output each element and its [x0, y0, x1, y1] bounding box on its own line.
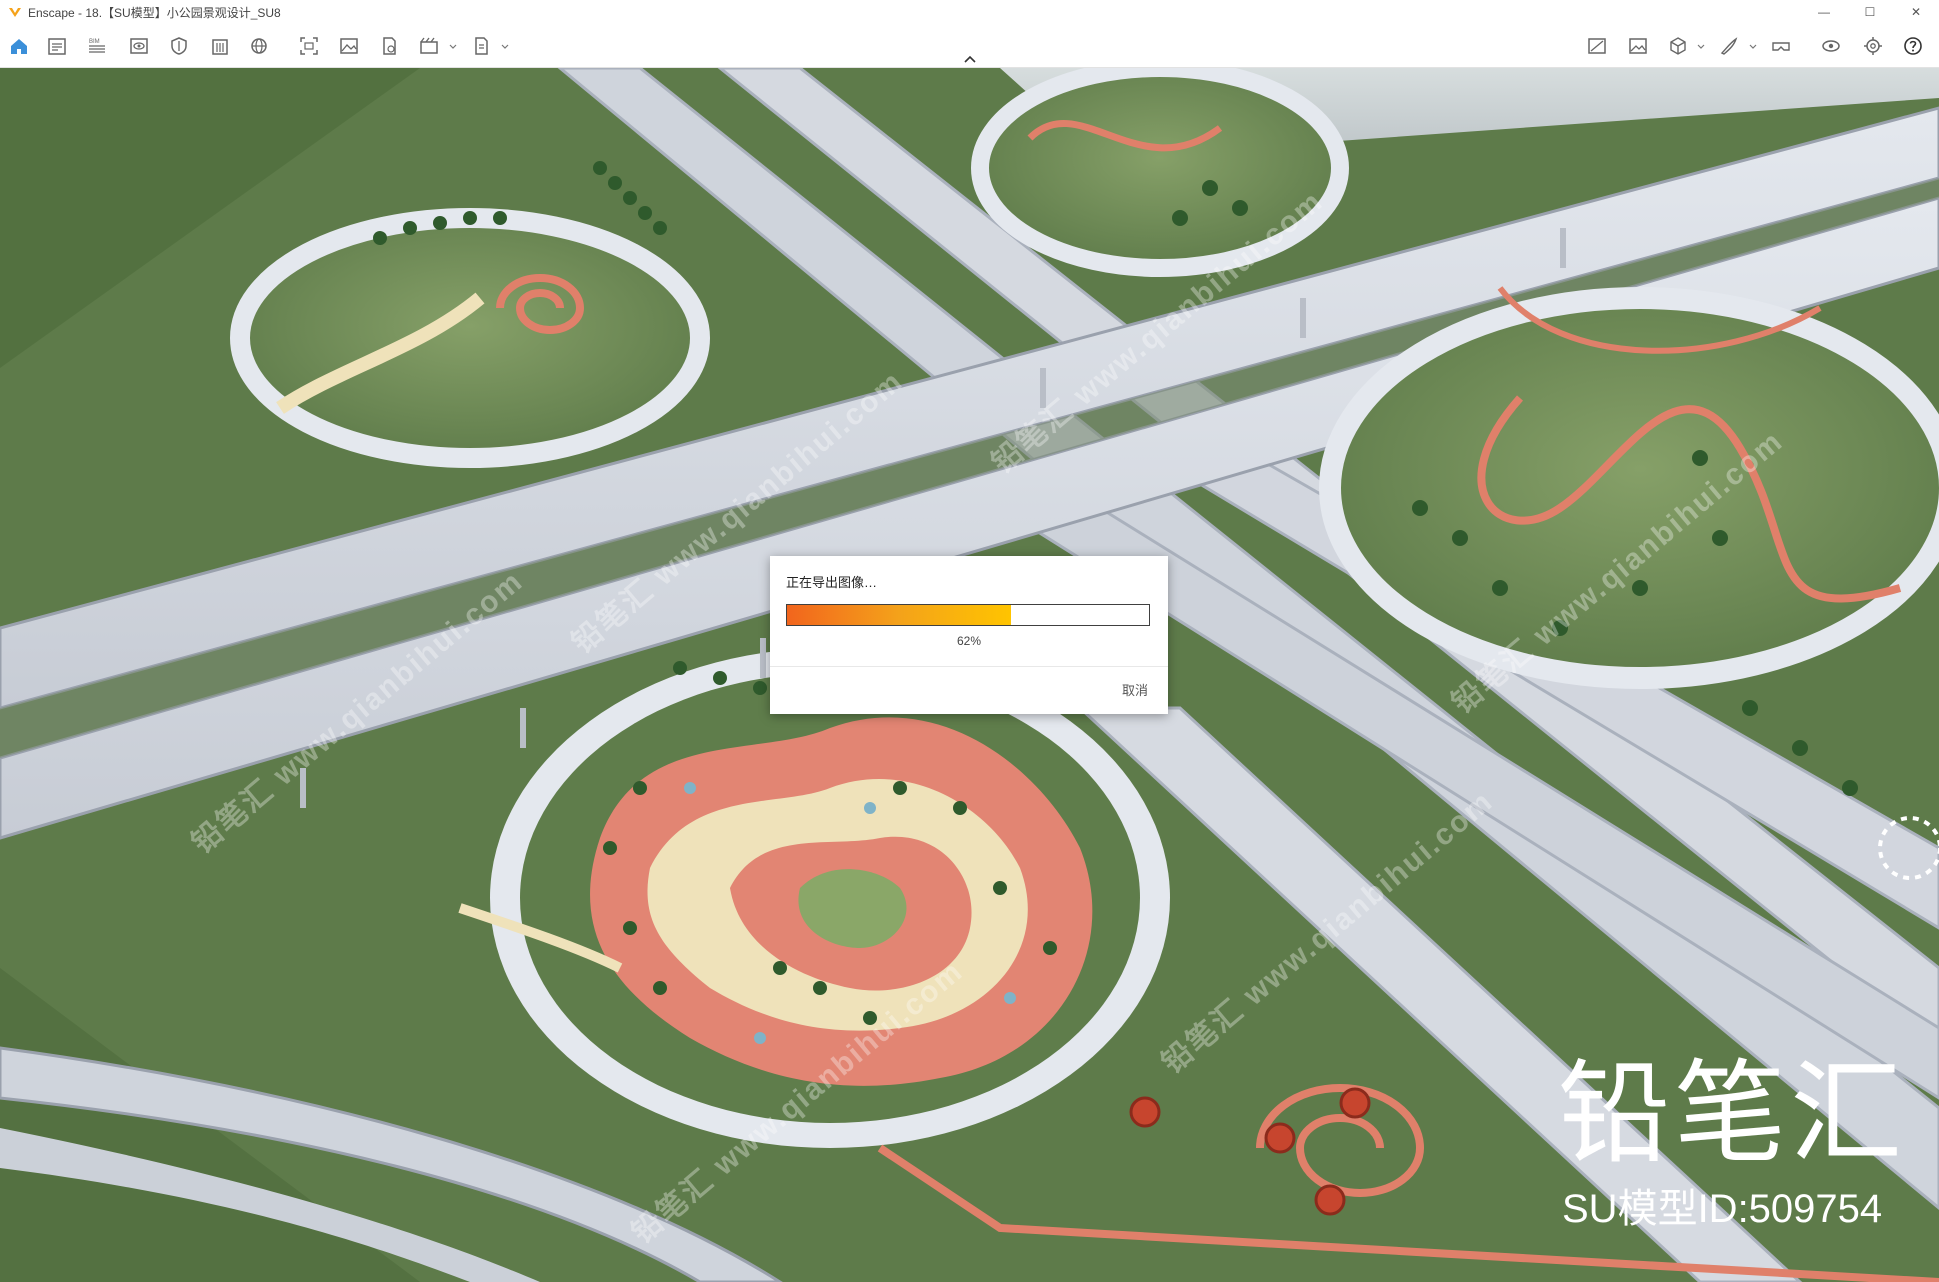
- video-dropdown[interactable]: [448, 41, 458, 51]
- shield-icon: [171, 37, 187, 55]
- video-button[interactable]: [416, 33, 442, 59]
- progress-bar: [786, 604, 1150, 626]
- title-bar: Enscape - 18.【SU模型】小公园景观设计_SU8 — ☐ ✕: [0, 0, 1939, 24]
- visibility-button[interactable]: [1818, 33, 1844, 59]
- help-icon: [1904, 37, 1922, 55]
- export-progress-dialog: 正在导出图像… 62% 取消: [770, 556, 1168, 714]
- asset-library-button[interactable]: [1584, 33, 1610, 59]
- home-icon: [11, 39, 27, 54]
- dialog-title: 正在导出图像…: [786, 575, 878, 590]
- window-title: Enscape - 18.【SU模型】小公园景观设计_SU8: [28, 5, 281, 20]
- video-icon: [420, 37, 438, 54]
- building-button[interactable]: [207, 33, 233, 59]
- cancel-button[interactable]: 取消: [1122, 680, 1148, 699]
- screenshot-button[interactable]: [296, 33, 322, 59]
- export-button[interactable]: [376, 33, 402, 59]
- maximize-button[interactable]: ☐: [1847, 0, 1893, 24]
- document-button[interactable]: [44, 33, 70, 59]
- file-export-dropdown[interactable]: [500, 41, 510, 51]
- brush-button[interactable]: [1716, 33, 1742, 59]
- chevron-down-icon: [1697, 44, 1705, 49]
- dialog-divider: [770, 666, 1168, 667]
- progress-fill: [787, 605, 1012, 625]
- visibility-icon: [1822, 40, 1840, 52]
- close-button[interactable]: ✕: [1893, 0, 1939, 24]
- eye-icon: [130, 38, 148, 54]
- asset-library-icon: [1588, 38, 1606, 54]
- globe-button[interactable]: [246, 33, 272, 59]
- home-button[interactable]: [6, 33, 32, 59]
- vr-button[interactable]: [1768, 33, 1794, 59]
- screenshot-icon: [300, 37, 318, 55]
- export-icon: [383, 37, 396, 55]
- safe-frame-button[interactable]: [166, 33, 192, 59]
- globe-icon: [251, 38, 267, 54]
- cube-button[interactable]: [1665, 33, 1691, 59]
- gallery-button[interactable]: [1625, 33, 1651, 59]
- file-export-button[interactable]: [468, 33, 494, 59]
- document-icon: [48, 38, 66, 55]
- image-icon: [340, 38, 358, 54]
- window-controls: — ☐ ✕: [1801, 0, 1939, 24]
- enscape-logo-icon: [9, 8, 21, 17]
- chevron-down-icon: [449, 44, 457, 49]
- bim-button[interactable]: BIM: [84, 33, 110, 59]
- svg-text:BIM: BIM: [89, 39, 100, 45]
- brush-icon: [1720, 37, 1738, 55]
- chevron-down-icon: [501, 44, 509, 49]
- view-button[interactable]: [126, 33, 152, 59]
- gallery-icon: [1629, 38, 1647, 54]
- help-button[interactable]: [1900, 33, 1926, 59]
- cube-icon: [1670, 37, 1686, 55]
- settings-button[interactable]: [1860, 33, 1886, 59]
- settings-icon: [1864, 37, 1882, 55]
- minimize-button[interactable]: —: [1801, 0, 1847, 24]
- cube-dropdown[interactable]: [1696, 41, 1706, 51]
- collapse-toolbar-icon[interactable]: [962, 53, 978, 65]
- image-button[interactable]: [336, 33, 362, 59]
- chevron-down-icon: [1749, 44, 1757, 49]
- building-icon: [212, 39, 228, 55]
- brush-dropdown[interactable]: [1748, 41, 1758, 51]
- file-export-icon: [475, 37, 488, 55]
- vr-headset-icon: [1772, 42, 1790, 51]
- bim-icon: BIM: [89, 39, 105, 53]
- progress-percent: 62%: [956, 634, 982, 648]
